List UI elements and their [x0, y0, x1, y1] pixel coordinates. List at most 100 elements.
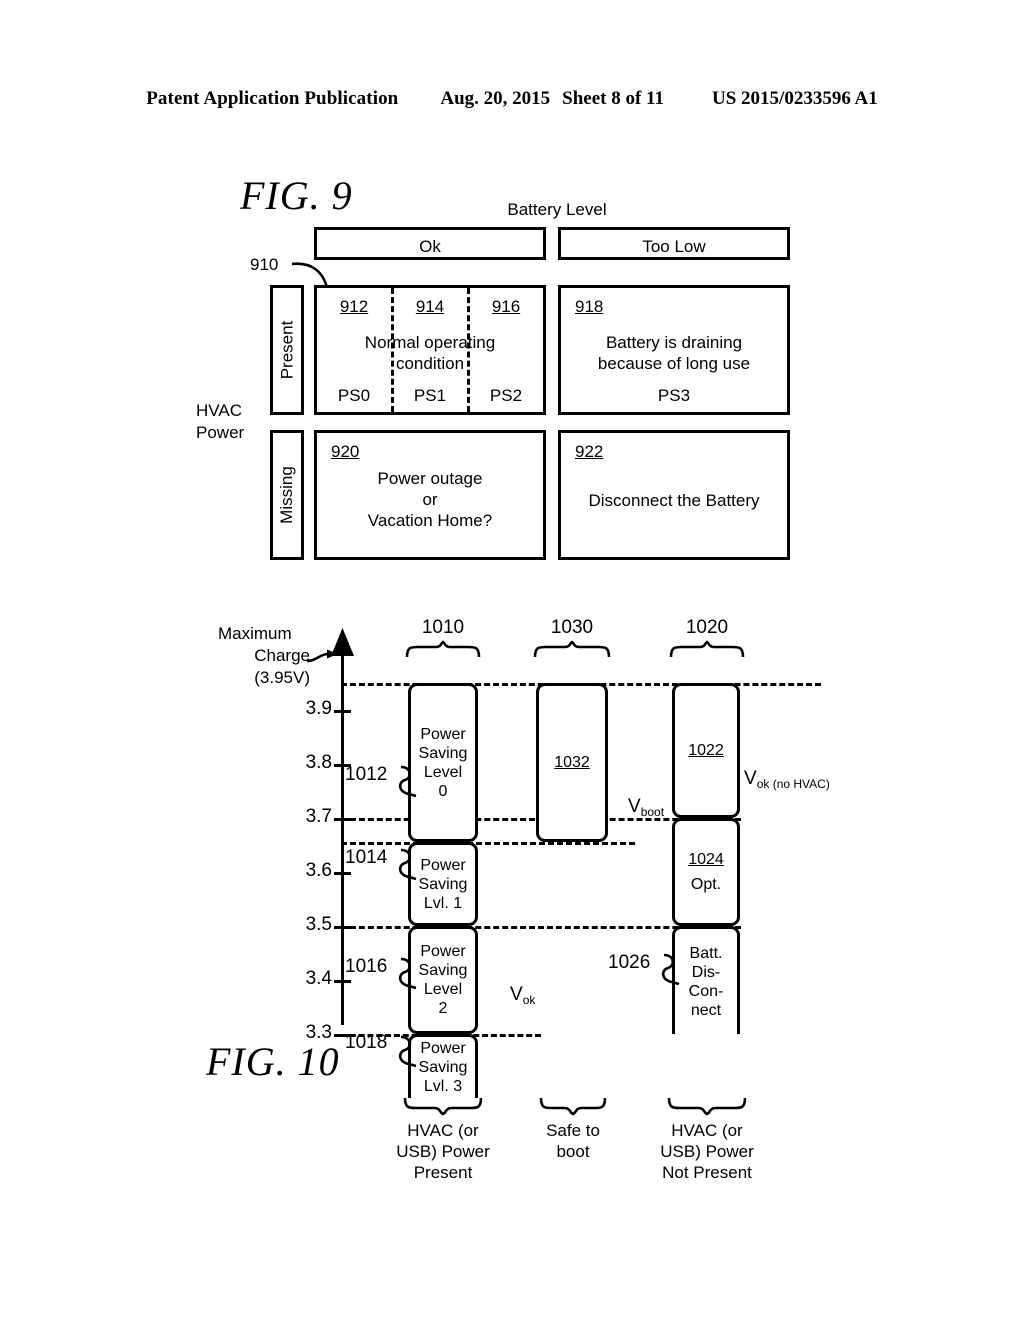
- fig10-bottom-brace-middle: [539, 1097, 607, 1116]
- fig9-column-header-ok: Ok: [314, 227, 546, 260]
- fig10-tick-label-3-6: 3.6: [305, 860, 332, 881]
- fig10-band-1024-text: Opt.: [690, 876, 722, 893]
- fig9-ref-912: 912: [339, 297, 369, 316]
- fig9-toolow-present-desc-line2: because of long use: [597, 354, 751, 373]
- fig10-band-1018-line3: Lvl. 3: [423, 1078, 463, 1095]
- fig10-band-1012-line4: 0: [438, 782, 448, 800]
- sheet-number: Sheet 8 of 11: [562, 88, 665, 109]
- fig9-column-header-too-low: Too Low: [558, 227, 790, 260]
- fig10-band-1022: 1022: [672, 683, 740, 818]
- fig9-row-header-missing-label: Missing: [277, 466, 296, 524]
- fig9-ref-914: 914: [415, 297, 445, 316]
- fig10-ref-1016: 1016: [345, 956, 388, 977]
- fig10-band-1012-line1: Power: [420, 725, 466, 743]
- fig10-tick-label-3-8: 3.8: [305, 752, 332, 773]
- publication-label: Patent Application Publication: [146, 88, 399, 109]
- fig9-toolow-present-desc-line1: Battery is draining: [605, 333, 743, 352]
- fig10-bottom-brace-left: [403, 1097, 483, 1116]
- fig10-label-v-ok-sub: ok: [522, 993, 536, 1007]
- fig10-band-1026-line1: Batt.: [689, 944, 723, 962]
- fig10-title: FIG. 10: [206, 1039, 340, 1084]
- fig10-ref-1018: 1018: [345, 1032, 388, 1053]
- fig9-ok-missing-desc-line3: Vacation Home?: [367, 511, 493, 530]
- fig10-band-1024-label: 1024: [688, 851, 724, 868]
- fig10-bottom-caption-right-line2: USB) Power: [660, 1142, 754, 1161]
- fig10-band-1032-label: 1032: [554, 754, 590, 771]
- fig9-column-header-too-low-label: Too Low: [642, 237, 706, 256]
- fig10-label-v-boot-sub: boot: [640, 805, 665, 819]
- fig10-band-1026: Batt. Dis- Con- nect: [672, 926, 740, 1034]
- fig10-bottom-brace-right: [667, 1097, 747, 1116]
- fig10-label-v-ok-no-hvac: Vok (no HVAC): [744, 768, 830, 791]
- fig10-ref-1012-leader: [398, 765, 417, 798]
- fig9-toolow-missing-desc-line1: Disconnect the Battery: [588, 491, 760, 510]
- fig10-tick-mark-3-6: [334, 872, 351, 875]
- fig10-band-1016-line4: 2: [438, 1000, 448, 1017]
- fig10-tick-mark-3-4: [334, 980, 351, 983]
- fig10-y-axis: [341, 650, 344, 1025]
- patent-number: US 2015/0233596 A1: [712, 88, 878, 109]
- fig9-ok-present-desc-line2: condition: [395, 354, 465, 373]
- fig9-column-axis-label: Battery Level: [507, 200, 607, 219]
- fig10-label-v-ok-no-hvac-sub: ok (no HVAC): [756, 777, 830, 791]
- fig10-max-charge-line2: Charge: [254, 646, 310, 665]
- fig10-max-charge-line1: Maximum: [218, 624, 292, 643]
- fig10-band-1016-line3: Level: [423, 981, 463, 998]
- fig10-ref-1016-leader: [398, 957, 417, 990]
- fig10-band-1014-line3: Lvl. 1: [423, 894, 463, 912]
- fig9-ref-916: 916: [491, 297, 521, 316]
- fig10-threshold-line-v-boot: [341, 842, 635, 845]
- fig10-column-ref-1030: 1030: [550, 617, 594, 638]
- fig9-row-header-present: Present: [270, 285, 304, 415]
- fig10-tick-mark-3-9: [334, 710, 351, 713]
- fig9-row-header-present-label: Present: [277, 320, 296, 380]
- fig10-band-1018-line2: Saving: [418, 1059, 468, 1076]
- fig9-state-ps0: PS0: [337, 386, 371, 405]
- fig10-label-v-ok-no-hvac-main: V: [744, 768, 757, 789]
- fig10-bottom-caption-left-line1: HVAC (or: [407, 1121, 479, 1140]
- fig10-max-charge-arrow-icon: [306, 649, 338, 663]
- fig10-label-v-ok: Vok: [510, 984, 536, 1007]
- fig10-band-1026-line4: nect: [690, 1001, 722, 1019]
- fig9-ok-present-desc-line1: Normal operating: [364, 333, 496, 352]
- fig10-column-ref-1020: 1020: [685, 617, 729, 638]
- fig10-ref-1026-leader: [661, 953, 680, 986]
- fig9-ref-922: 922: [575, 442, 604, 461]
- fig10-band-1012-line2: Saving: [418, 744, 468, 762]
- fig10-tick-label-3-7: 3.7: [305, 806, 332, 827]
- fig10-band-1016-line2: Saving: [418, 962, 468, 979]
- fig9-title: FIG. 9: [240, 173, 353, 218]
- fig10-label-v-ok-main: V: [510, 984, 523, 1005]
- fig10-tick-label-3-5: 3.5: [305, 914, 332, 935]
- fig9-state-ps2: PS2: [489, 386, 523, 405]
- fig9-state-ps3: PS3: [657, 386, 691, 405]
- fig10-ref-1012: 1012: [345, 764, 388, 785]
- fig10-band-1012-line3: Level: [423, 763, 463, 781]
- fig10-band-1022-label: 1022: [688, 742, 724, 759]
- fig10-bottom-caption-left-line2: USB) Power: [396, 1142, 490, 1161]
- fig10-band-1016-line1: Power: [420, 943, 466, 960]
- fig10-bottom-caption-right-line3: Not Present: [662, 1163, 752, 1182]
- fig10-band-1024: 1024 Opt.: [672, 818, 740, 926]
- fig10-tick-label-3-3: 3.3: [305, 1022, 332, 1043]
- fig10-tick-label-3-4: 3.4: [305, 968, 332, 989]
- fig10-ref-1014-leader: [398, 848, 417, 881]
- fig10-brace-1020: [669, 640, 745, 658]
- fig9-row-header-missing: Missing: [270, 430, 304, 560]
- fig10-bottom-caption-left-line3: Present: [413, 1163, 473, 1182]
- fig10-column-ref-1010: 1010: [421, 617, 465, 638]
- fig10-ref-1014: 1014: [345, 847, 388, 868]
- fig9-cell-ok-missing: 920 Power outage or Vacation Home?: [314, 430, 546, 560]
- fig10-band-1026-line2: Dis-: [691, 963, 721, 981]
- fig10-brace-1030: [533, 640, 611, 658]
- fig10-label-v-boot-main: V: [628, 796, 641, 817]
- fig9-cell-ok-present: 912 914 916 Normal operating condition P…: [314, 285, 546, 415]
- fig9-column-header-ok-label: Ok: [419, 237, 441, 256]
- publication-date: Aug. 20, 2015: [440, 88, 551, 109]
- fig10-bottom-caption-right-line1: HVAC (or: [671, 1121, 743, 1140]
- fig10-band-1026-line3: Con-: [688, 982, 724, 1000]
- publication-header: Patent Application Publication Aug. 20, …: [0, 88, 1024, 110]
- fig10-band-1018-line1: Power: [420, 1040, 466, 1057]
- fig9-ok-missing-desc-line2: or: [422, 490, 438, 509]
- fig9-ref-920: 920: [331, 442, 360, 461]
